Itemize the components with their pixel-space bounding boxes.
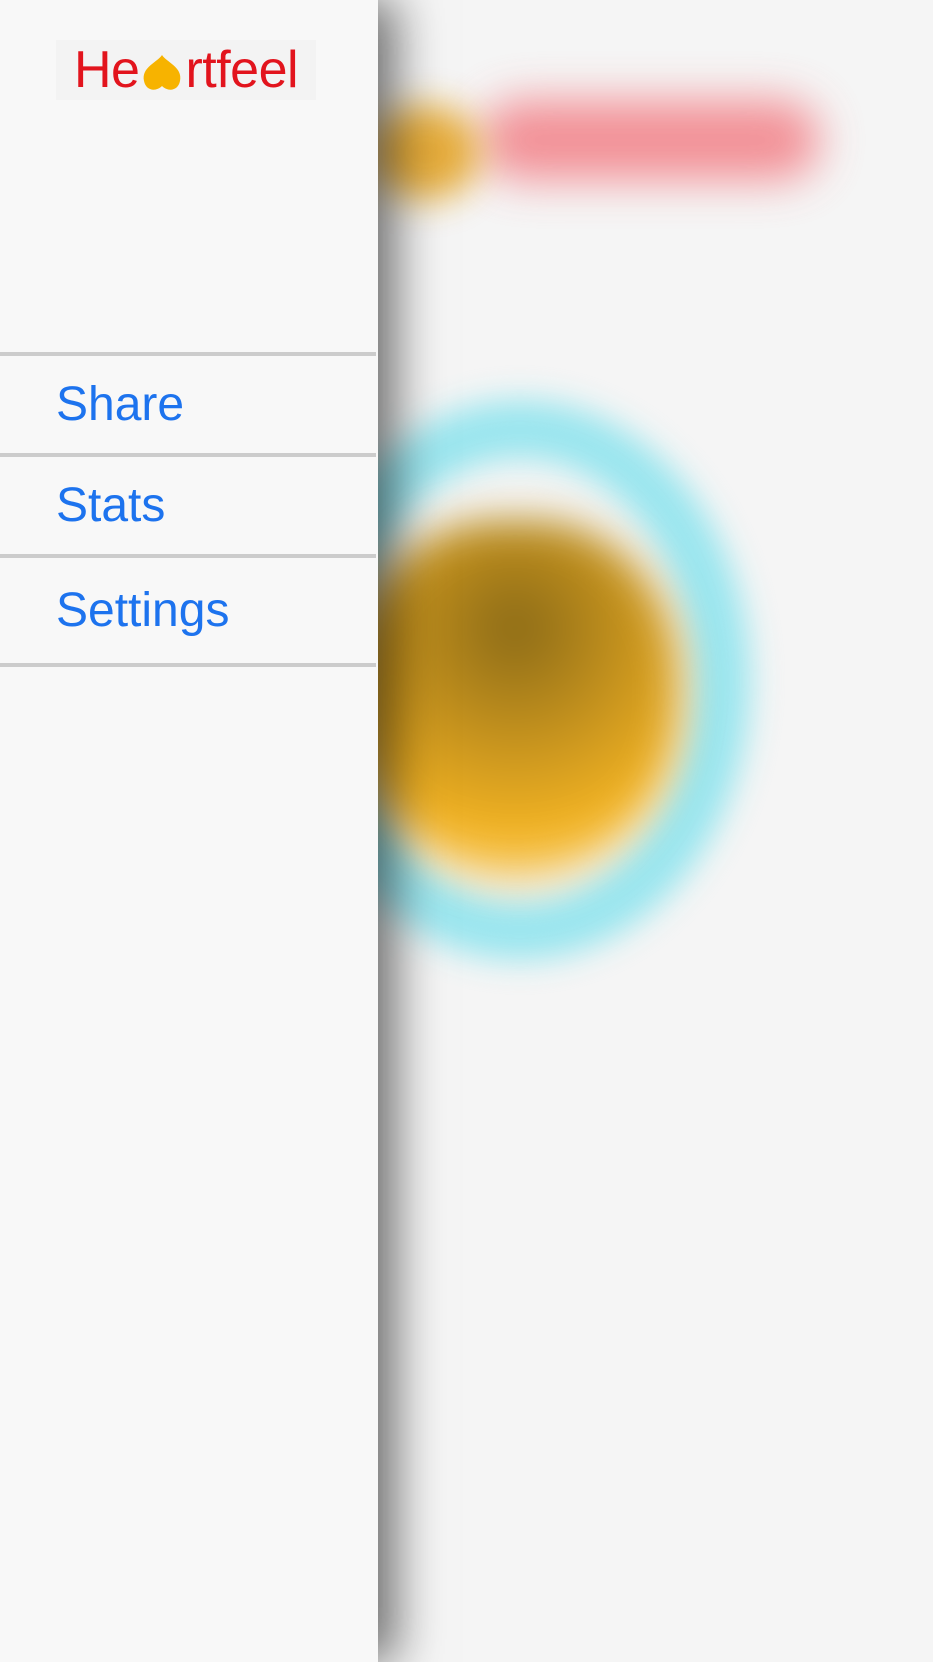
menu-divider [0, 663, 376, 667]
menu-item-stats[interactable]: Stats [0, 457, 376, 554]
logo-text-left: He [73, 41, 140, 99]
menu-item-settings[interactable]: Settings [0, 558, 376, 663]
blurred-menu-icon [370, 105, 480, 200]
side-drawer: He rtfeel Share Stats Settings [0, 0, 378, 1662]
blurred-heart-graphic [350, 520, 680, 880]
menu-item-share[interactable]: Share [0, 356, 376, 453]
app-logo: He rtfeel [56, 40, 316, 100]
blurred-title-banner [480, 100, 820, 180]
logo-text-right: rtfeel [185, 41, 299, 99]
drawer-menu: Share Stats Settings [0, 352, 376, 667]
menu-item-label: Share [56, 378, 185, 431]
menu-item-label: Stats [56, 479, 166, 532]
heart-icon [140, 50, 184, 96]
menu-item-label: Settings [56, 584, 230, 637]
